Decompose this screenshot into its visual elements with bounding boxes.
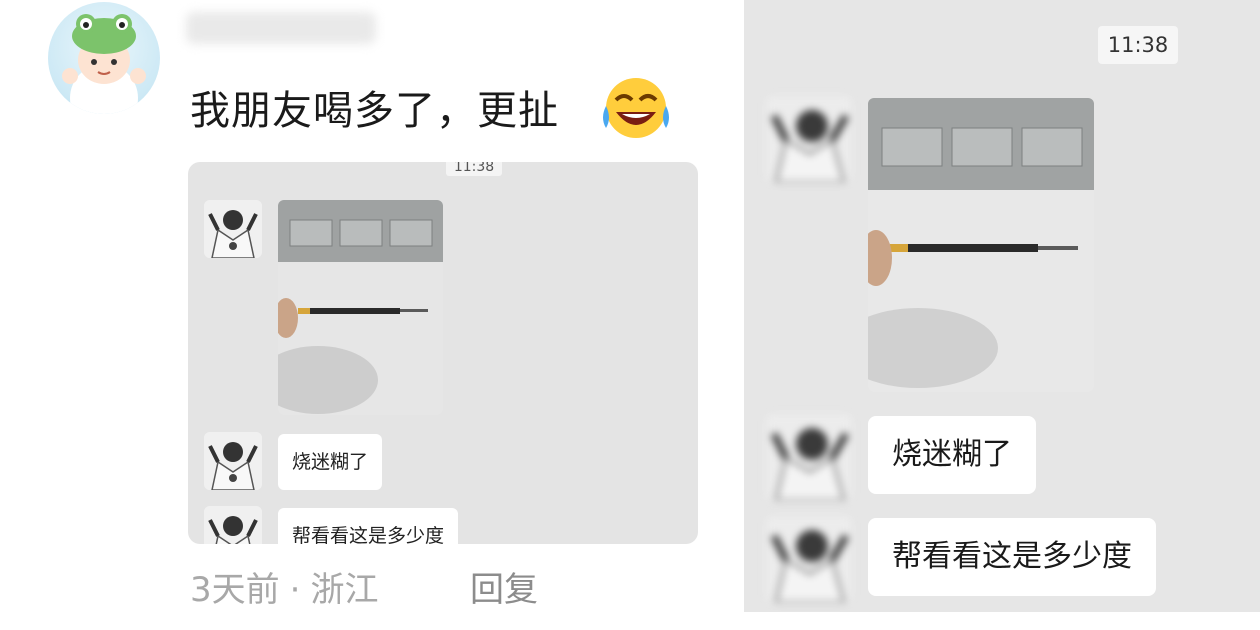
meta-separator: ·: [289, 570, 301, 610]
sender-avatar: [204, 200, 262, 258]
person-avatar-icon: [766, 414, 852, 500]
person-avatar-icon: [204, 432, 262, 490]
user-avatar[interactable]: [48, 2, 160, 114]
sender-avatar: [204, 432, 262, 490]
person-avatar-icon: [204, 200, 262, 258]
username-blurred[interactable]: [186, 12, 376, 44]
pen-in-hand-photo-icon: [868, 98, 1094, 392]
pen-in-hand-photo-icon: [278, 200, 443, 415]
comment-time: 3天前: [190, 570, 280, 610]
comment-text: 我朋友喝多了，更扯: [190, 88, 559, 134]
frog-hat-avatar-icon: [62, 14, 146, 114]
message-bubble[interactable]: 帮看看这是多少度: [278, 508, 459, 544]
person-avatar-icon: [204, 506, 262, 544]
sender-avatar-blurred: [766, 96, 852, 182]
chat-time: 11:38: [446, 162, 502, 176]
pen-photo[interactable]: [278, 200, 443, 415]
message-bubble[interactable]: 烧迷糊了: [868, 416, 1036, 494]
message-bubble[interactable]: 帮看看这是多少度: [868, 518, 1156, 596]
comment-location: 浙江: [310, 570, 379, 610]
sender-avatar: [204, 506, 262, 544]
chat-time: 11:38: [1098, 26, 1178, 64]
sender-avatar-blurred: [766, 414, 852, 500]
pen-photo[interactable]: [868, 98, 1094, 392]
sender-avatar-blurred: [766, 516, 852, 602]
comment-meta: 3天前 · 浙江: [190, 562, 378, 611]
reply-button[interactable]: 回复: [470, 562, 538, 611]
comment-card: 我朋友喝多了，更扯 11:38 烧迷糊了 帮看看这是多少度 3天前 · 浙江 回…: [0, 0, 740, 630]
person-avatar-icon: [766, 96, 852, 182]
message-bubble[interactable]: 烧迷糊了: [278, 434, 383, 490]
laughing-crying-emoji-icon: [603, 78, 669, 138]
person-avatar-icon: [766, 516, 852, 602]
chat-screenshot[interactable]: 11:38 烧迷糊了 帮看看这是多少度: [188, 162, 698, 544]
zoomed-chat: 11:38 烧迷糊了 帮看看这是多少度: [744, 0, 1260, 612]
